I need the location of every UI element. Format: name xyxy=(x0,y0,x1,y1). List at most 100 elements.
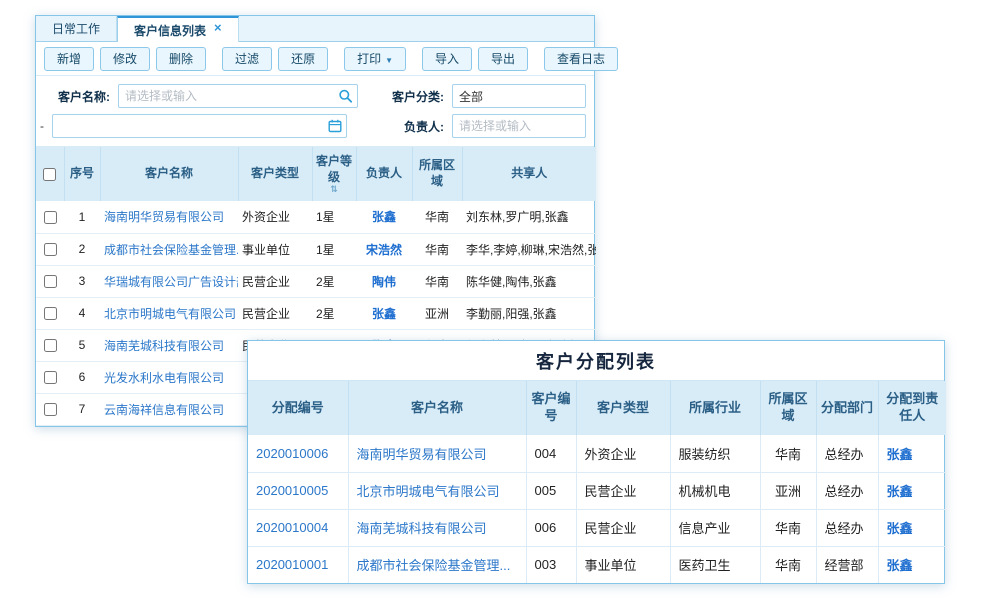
alloc-no-cell: 2020010005 xyxy=(248,472,348,509)
filter-button[interactable]: 过滤 xyxy=(222,47,272,71)
table-row: 2020010004海南芜城科技有限公司006民营企业信息产业华南总经办张鑫 xyxy=(248,509,946,546)
customer-name-link[interactable]: 海南芜城科技有限公司 xyxy=(357,521,487,536)
owner-cell: 张鑫 xyxy=(356,201,412,233)
shared-cell: 李华,李婷,柳琳,宋浩然,张鑫 xyxy=(462,233,596,265)
customer-type-cell: 民营企业 xyxy=(576,509,670,546)
tab-daily-work[interactable]: 日常工作 xyxy=(36,16,117,41)
customer-name-cell: 海南芜城科技有限公司 xyxy=(100,329,238,361)
alloc-no-cell: 2020010004 xyxy=(248,509,348,546)
row-checkbox[interactable] xyxy=(44,307,57,320)
restore-button[interactable]: 还原 xyxy=(278,47,328,71)
owner-link[interactable]: 张鑫 xyxy=(372,307,396,321)
close-icon[interactable]: × xyxy=(214,21,222,34)
region-cell: 华南 xyxy=(760,435,816,472)
customer-name-label: 客户名称: xyxy=(58,88,110,105)
owner-cell: 宋浩然 xyxy=(356,233,412,265)
delete-button[interactable]: 删除 xyxy=(156,47,206,71)
alloc-no-cell: 2020010001 xyxy=(248,546,348,583)
customer-name-link[interactable]: 海南明华贸易有限公司 xyxy=(357,447,487,462)
customer-name-link[interactable]: 海南芜城科技有限公司 xyxy=(104,339,224,353)
customer-name-link[interactable]: 北京市明城电气有限公司 xyxy=(104,307,236,321)
allocation-table-header: 分配编号客户名称客户编号客户类型所属行业所属区域分配部门分配到责任人 xyxy=(248,381,946,435)
owner-link[interactable]: 张鑫 xyxy=(372,210,396,224)
customer-type-cell: 外资企业 xyxy=(238,201,312,233)
customer-name-link[interactable]: 海南明华贸易有限公司 xyxy=(104,210,224,224)
column-header-4[interactable]: 客户等级⇅ xyxy=(312,147,356,201)
alloc-no-link[interactable]: 2020010005 xyxy=(256,483,328,498)
alloc-no-cell: 2020010006 xyxy=(248,435,348,472)
customer-type-cell: 民营企业 xyxy=(238,297,312,329)
industry-cell: 机械机电 xyxy=(670,472,760,509)
row-number-cell: 7 xyxy=(64,393,100,425)
owner-link[interactable]: 宋浩然 xyxy=(366,243,402,257)
alloc-no-link[interactable]: 2020010006 xyxy=(256,446,328,461)
customer-type-cell: 民营企业 xyxy=(576,472,670,509)
customer-level-cell: 1星 xyxy=(312,201,356,233)
selected-value: 全部 xyxy=(459,88,483,105)
table-row: 2020010001成都市社会保险基金管理...003事业单位医药卫生华南经营部… xyxy=(248,546,946,583)
date-input[interactable] xyxy=(52,114,347,138)
customer-type-cell: 事业单位 xyxy=(238,233,312,265)
view-log-button[interactable]: 查看日志 xyxy=(544,47,618,71)
customer-name-link[interactable]: 华瑞城有限公司广告设计部 xyxy=(104,275,238,289)
alloc-no-link[interactable]: 2020010001 xyxy=(256,557,328,572)
dept-cell: 总经办 xyxy=(816,472,878,509)
industry-cell: 服装纺织 xyxy=(670,435,760,472)
print-button[interactable]: 打印▼ xyxy=(344,47,406,71)
search-icon[interactable] xyxy=(338,89,353,104)
row-checkbox[interactable] xyxy=(44,211,57,224)
customer-name-link[interactable]: 光发水利水电有限公司 xyxy=(104,371,224,385)
row-number-cell: 1 xyxy=(64,201,100,233)
add-button[interactable]: 新增 xyxy=(44,47,94,71)
column-header-6: 所属区域 xyxy=(412,147,462,201)
import-button[interactable]: 导入 xyxy=(422,47,472,71)
alloc-column-header-5: 所属行业 xyxy=(670,381,760,435)
customer-name-link[interactable]: 成都市社会保险基金管理... xyxy=(357,558,511,573)
shared-cell: 刘东林,罗广明,张鑫 xyxy=(462,201,596,233)
customer-name-link[interactable]: 云南海祥信息有限公司 xyxy=(104,403,224,417)
customer-category-label: 客户分类: xyxy=(392,88,444,105)
owner-link[interactable]: 陶伟 xyxy=(372,275,396,289)
row-checkbox[interactable] xyxy=(44,243,57,256)
customer-name-field xyxy=(118,84,358,108)
date-field xyxy=(52,114,347,138)
customer-name-cell: 光发水利水电有限公司 xyxy=(100,361,238,393)
table-row: 3华瑞城有限公司广告设计部民营企业2星陶伟华南陈华健,陶伟,张鑫 xyxy=(36,265,596,297)
owner-input[interactable] xyxy=(452,114,586,138)
select-all-checkbox[interactable] xyxy=(43,168,56,181)
column-header-2: 客户名称 xyxy=(100,147,238,201)
row-number-cell: 4 xyxy=(64,297,100,329)
toolbar: 新增修改删除过滤还原打印▼导入导出查看日志 xyxy=(36,42,594,76)
customer-name-link[interactable]: 北京市明城电气有限公司 xyxy=(357,484,500,499)
table-row: 4北京市明城电气有限公司民营企业2星张鑫亚洲李勤丽,阳强,张鑫 xyxy=(36,297,596,329)
customer-name-input[interactable] xyxy=(118,84,358,108)
shared-cell: 李勤丽,阳强,张鑫 xyxy=(462,297,596,329)
row-checkbox[interactable] xyxy=(44,403,57,416)
assignee-link[interactable]: 张鑫 xyxy=(887,558,913,573)
customer-level-cell: 2星 xyxy=(312,297,356,329)
dropdown-caret-icon: ▼ xyxy=(385,56,393,65)
tab-bar: 日常工作 客户信息列表 × xyxy=(36,16,594,42)
row-number-cell: 6 xyxy=(64,361,100,393)
assignee-link[interactable]: 张鑫 xyxy=(887,484,913,499)
tab-customer-info-list[interactable]: 客户信息列表 × xyxy=(117,16,239,42)
row-checkbox[interactable] xyxy=(44,339,57,352)
customer-category-select[interactable]: 全部 xyxy=(452,84,586,108)
customer-name-cell: 北京市明城电气有限公司 xyxy=(348,472,526,509)
row-checkbox[interactable] xyxy=(44,371,57,384)
region-cell: 华南 xyxy=(760,546,816,583)
alloc-no-link[interactable]: 2020010004 xyxy=(256,520,328,535)
assignee-link[interactable]: 张鑫 xyxy=(887,447,913,462)
assignee-cell: 张鑫 xyxy=(878,472,946,509)
customer-type-cell: 外资企业 xyxy=(576,435,670,472)
export-button[interactable]: 导出 xyxy=(478,47,528,71)
assignee-link[interactable]: 张鑫 xyxy=(887,521,913,536)
column-header-7: 共享人 xyxy=(462,147,596,201)
customer-name-cell: 云南海祥信息有限公司 xyxy=(100,393,238,425)
customer-name-link[interactable]: 成都市社会保险基金管理... xyxy=(104,243,238,257)
table-row: 1海南明华贸易有限公司外资企业1星张鑫华南刘东林,罗广明,张鑫 xyxy=(36,201,596,233)
calendar-icon[interactable] xyxy=(328,119,342,133)
modify-button[interactable]: 修改 xyxy=(100,47,150,71)
row-number-cell: 2 xyxy=(64,233,100,265)
row-checkbox[interactable] xyxy=(44,275,57,288)
